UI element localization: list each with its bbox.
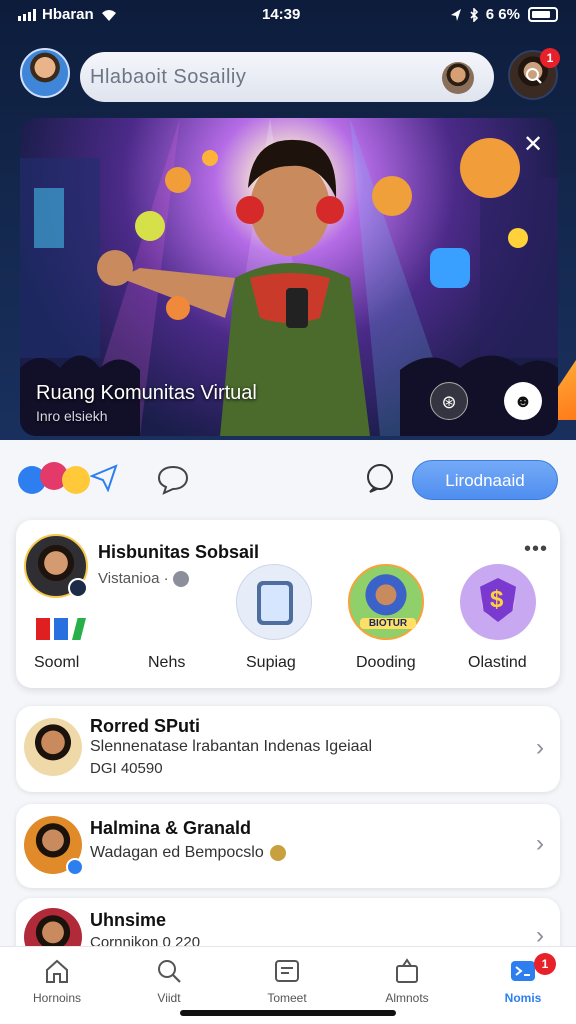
verified-icon — [66, 858, 84, 876]
chevron-right-icon[interactable]: › — [536, 734, 544, 762]
list-name: Halmina & Granald — [90, 818, 252, 838]
nav-label: Viidt — [157, 991, 181, 1005]
search-icon — [526, 68, 542, 84]
game-badge-label: BIOTUR — [360, 618, 416, 629]
list-description: Wadagan ed Bempocslo — [90, 844, 287, 862]
list-name: Uhnsime — [90, 910, 167, 930]
community-item-1[interactable]: Sooml — [34, 654, 79, 672]
list-description: Slennenatase lrabantan Indenas Igeiaal — [90, 738, 372, 755]
nav-label: Almnots — [385, 991, 429, 1005]
featured-banner[interactable]: ✕ Ruang Komunitas Virtual Inro elsiekh ⊛… — [20, 118, 558, 436]
wifi-icon — [101, 9, 116, 21]
flags-icon — [36, 618, 86, 640]
status-left: Hbaran — [18, 6, 118, 23]
user-avatar[interactable] — [20, 48, 70, 98]
community-item-3[interactable]: Supiag — [246, 654, 296, 672]
nav-search[interactable]: Viidt — [124, 957, 214, 1005]
emoji-icon — [270, 844, 287, 861]
notification-badge: 1 — [540, 48, 560, 68]
shield-icon[interactable]: $ — [460, 564, 536, 640]
close-icon[interactable]: ✕ — [520, 132, 546, 158]
community-item-4[interactable]: Dooding — [356, 654, 416, 672]
reactions-group[interactable] — [18, 458, 118, 498]
banner-title: Ruang Komunitas Virtual — [36, 382, 257, 404]
chat-icon[interactable] — [156, 462, 190, 496]
search-bar[interactable]: Hlabaoit Sosailiy — [80, 52, 494, 102]
search-avatar[interactable] — [442, 62, 474, 94]
community-item-5[interactable]: Olastind — [468, 654, 527, 672]
profile-search-button[interactable]: 1 — [508, 48, 560, 100]
send-icon — [90, 464, 118, 492]
home-indicator — [180, 1010, 396, 1016]
more-options-icon[interactable]: ••• — [524, 538, 548, 561]
nav-messages[interactable]: Tomeet — [242, 957, 332, 1005]
bag-icon — [396, 958, 418, 983]
apps-icon — [511, 961, 535, 981]
community-title: Hisbunitas Sobsail — [98, 542, 260, 562]
list-avatar — [24, 816, 84, 876]
fingerprint-icon[interactable]: ⊛ — [430, 382, 468, 420]
community-card[interactable]: Hisbunitas Sobsail Vistanioa · ••• BIOTU… — [16, 520, 560, 688]
nav-home[interactable]: Hornoins — [12, 957, 102, 1005]
list-avatar — [24, 718, 82, 776]
bluetooth-icon — [470, 7, 478, 22]
nav-label: Nomis — [504, 991, 542, 1005]
status-bar: Hbaran 14:39 6 6% — [0, 0, 576, 32]
chevron-right-icon[interactable]: › — [536, 830, 544, 858]
nav-store[interactable]: Almnots — [362, 957, 452, 1005]
battery-percent: 6 6% — [485, 6, 520, 23]
community-subtitle: Vistanioa · — [98, 570, 189, 588]
list-item[interactable]: Halmina & Granald Wadagan ed Bempocslo › — [16, 804, 560, 888]
tablet-icon[interactable] — [236, 564, 312, 640]
smile-icon — [62, 466, 90, 494]
battery-icon — [528, 7, 558, 22]
list-meta: DGI 40590 — [90, 760, 163, 777]
list-name: Rorred SPuti — [90, 716, 201, 736]
comment-icon[interactable] — [364, 462, 396, 494]
carrier-label: Hbaran — [42, 6, 94, 23]
nav-label: Hornoins — [32, 991, 82, 1005]
emoji-icon[interactable]: ☻ — [504, 382, 542, 420]
primary-action-button[interactable]: Lirodnaaid — [412, 460, 558, 500]
status-right: 6 6% — [450, 6, 558, 23]
list-item[interactable]: Rorred SPuti Slennenatase lrabantan Inde… — [16, 706, 560, 792]
location-icon — [450, 8, 461, 21]
home-icon — [46, 959, 68, 983]
game-badge-icon[interactable]: BIOTUR — [348, 564, 424, 640]
search-input[interactable]: Hlabaoit Sosailiy — [90, 66, 246, 89]
nav-label: Tomeet — [267, 991, 307, 1005]
community-item-2[interactable]: Nehs — [148, 654, 185, 672]
search-icon — [158, 960, 181, 983]
globe-icon — [172, 571, 189, 588]
nav-badge: 1 — [534, 953, 556, 975]
community-avatar[interactable] — [24, 534, 88, 598]
status-time: 14:39 — [262, 6, 301, 23]
signal-icon — [18, 8, 36, 21]
message-icon — [275, 960, 299, 982]
banner-subtitle: Inro elsiekh — [36, 408, 108, 424]
status-dot — [68, 578, 88, 598]
nav-apps[interactable]: 1 Nomis — [478, 953, 568, 1005]
